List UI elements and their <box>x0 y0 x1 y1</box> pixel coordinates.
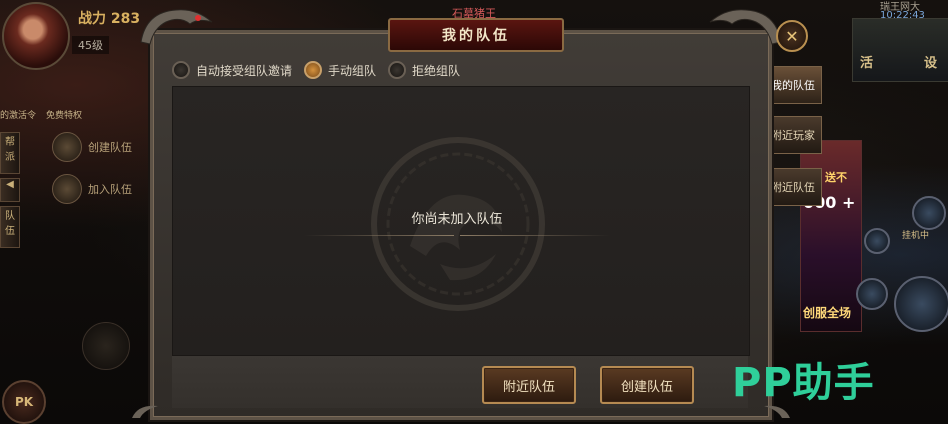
join-team-side-button[interactable]: 加入队伍 <box>52 174 162 204</box>
side-tab-char: 伍 <box>5 226 15 237</box>
tab-nearby-teams[interactable]: 附近队伍 <box>764 168 822 206</box>
flag-icon <box>52 132 82 162</box>
promo-title: 送不 <box>825 171 847 184</box>
settings-button[interactable]: 设 <box>924 52 937 71</box>
option-label: 自动接受组队邀请 <box>196 63 293 78</box>
side-tab-guild[interactable]: 帮 派 <box>0 132 20 174</box>
side-tab-char: 队 <box>5 211 15 222</box>
dialog-title: 我的队伍 <box>388 18 564 52</box>
team-mode-options: 自动接受组队邀请 手动组队 拒绝组队 <box>172 56 748 84</box>
create-team-side-label: 创建队伍 <box>88 141 132 154</box>
side-tab-char: 派 <box>5 152 15 163</box>
people-icon <box>52 174 82 204</box>
skill-button[interactable] <box>856 278 888 310</box>
option-manual[interactable]: 手动组队 <box>304 61 376 79</box>
create-team-button[interactable]: 创建队伍 <box>600 366 694 404</box>
combat-power: 战力 283 <box>78 11 141 27</box>
tab-my-team[interactable]: 我的队伍 <box>764 66 822 104</box>
option-auto-accept[interactable]: 自动接受组队邀请 <box>172 61 292 79</box>
option-reject[interactable]: 拒绝组队 <box>388 61 460 79</box>
option-label: 拒绝组队 <box>412 63 461 78</box>
promo-label-a[interactable]: 的激活令 <box>0 108 36 121</box>
option-label: 手动组队 <box>328 63 377 78</box>
attack-skill-button[interactable] <box>894 276 948 332</box>
nearby-teams-button[interactable]: 附近队伍 <box>482 366 576 404</box>
join-team-side-label: 加入队伍 <box>88 183 132 196</box>
divider-left <box>304 235 454 236</box>
side-tab-team[interactable]: 队 伍 <box>0 206 20 248</box>
corner-ornament-icon <box>132 405 158 418</box>
auto-fight-label: 挂机中 <box>902 231 930 241</box>
tab-nearby-players[interactable]: 附近玩家 <box>764 116 822 154</box>
pk-button[interactable]: PK <box>2 380 46 424</box>
promo-footer: 创服全场 <box>803 306 852 320</box>
joystick[interactable] <box>82 322 130 370</box>
activity-button[interactable]: 活 <box>860 52 873 71</box>
empty-team-message: 你尚未加入队伍 <box>411 212 503 227</box>
promo-label-b[interactable]: 免费特权 <box>46 108 82 121</box>
radio-icon <box>172 61 190 79</box>
dragon-ornament-icon <box>709 9 782 45</box>
divider-right <box>460 235 610 236</box>
dragon-ornament-icon <box>140 9 213 45</box>
radio-icon <box>388 61 407 79</box>
watermark-logo: PP助手 <box>732 360 875 406</box>
minimap[interactable] <box>852 18 948 82</box>
auto-fight-icon[interactable] <box>912 196 946 230</box>
game-clock: 10:22:43 <box>880 10 925 21</box>
skill-button[interactable] <box>864 228 890 254</box>
player-level: 45级 <box>72 36 109 54</box>
close-icon[interactable]: ✕ <box>776 20 808 52</box>
radio-selected-icon <box>304 61 323 79</box>
player-avatar[interactable] <box>2 2 70 70</box>
side-collapse-arrow[interactable]: ◀ <box>0 178 20 202</box>
side-tab-char: 帮 <box>5 137 15 148</box>
create-team-side-button[interactable]: 创建队伍 <box>52 132 162 162</box>
